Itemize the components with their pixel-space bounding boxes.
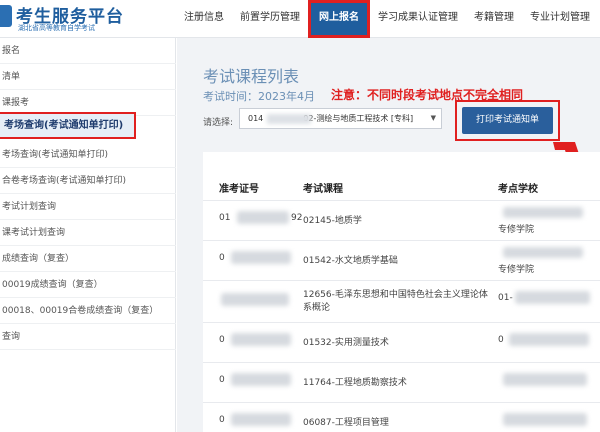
school-name: 01-: [498, 293, 513, 303]
ticket-suffix: 92: [291, 213, 303, 223]
sidebar-item-combined-exam-room-query[interactable]: 合卷考场查询(考试通知单打印): [0, 168, 176, 194]
school-name: 0: [498, 335, 504, 345]
table-row: 0 11764-工程地质勘察技术: [203, 362, 600, 402]
nav-major-plan[interactable]: 专业计划管理: [522, 0, 598, 38]
chevron-down-icon: ▼: [430, 114, 436, 122]
main-content: 考试课程列表 考试时间：2023年4月 注意：不同时段考试地点不完全相同 请选择…: [177, 38, 600, 432]
course-table: 准考证号 考试课程 考点学校 01 92 02145-地质学 专修学院 0 01…: [203, 152, 600, 432]
sidebar-item-exam-room-query-active[interactable]: 考场查询(考试通知单打印): [0, 112, 136, 139]
redacted-block: [509, 333, 589, 346]
redacted-block: [503, 207, 583, 218]
redacted-block: [231, 373, 291, 386]
nav-registration-info[interactable]: 注册信息: [176, 0, 232, 38]
course-name: 06087-工程项目管理: [303, 418, 389, 428]
page-title: 考试课程列表: [203, 67, 300, 86]
redacted-block: [503, 373, 587, 386]
redacted-block: [237, 211, 289, 224]
column-header-course: 考试课程: [303, 184, 343, 195]
course-name: 11764-工程地质勘察技术: [303, 378, 407, 388]
column-header-ticket: 准考证号: [219, 184, 259, 195]
sidebar-item-exam-plan-query[interactable]: 考试计划查询: [0, 194, 176, 220]
redacted-block: [503, 247, 583, 258]
nav-student-records[interactable]: 考籍管理: [466, 0, 522, 38]
sidebar-item-course-exam-plan-query[interactable]: 课考试计划查询: [0, 220, 176, 246]
select-label: 请选择:: [203, 118, 234, 128]
redacted-block: [231, 251, 291, 264]
nav-prior-education[interactable]: 前置学历管理: [232, 0, 308, 38]
print-notice-button[interactable]: 打印考试通知单: [462, 107, 553, 134]
major-select[interactable]: 014 02-测绘与地质工程技术 [专科] ▼: [239, 108, 442, 129]
logo-mark-icon: [0, 5, 12, 27]
sidebar-item-query[interactable]: 查询: [0, 324, 176, 350]
sidebar-item-signup[interactable]: 报名: [0, 38, 176, 64]
ticket-prefix: 0: [219, 375, 225, 385]
top-header: 考生服务平台 湖北省高等教育自学考试 注册信息 前置学历管理 网上报名 学习成果…: [0, 0, 600, 38]
ticket-prefix: 0: [219, 415, 225, 425]
school-name: 专修学院: [498, 225, 535, 235]
nav-learning-credit[interactable]: 学习成果认证管理: [370, 0, 466, 38]
redacted-block: [515, 291, 590, 304]
redacted-block: [221, 293, 289, 306]
sidebar-item-exam-room-query[interactable]: 考场查询(考试通知单打印): [0, 142, 176, 168]
logo-subtitle: 湖北省高等教育自学考试: [18, 24, 95, 32]
sidebar-item-combined-score-query[interactable]: 00018、00019合卷成绩查询（复查）: [0, 298, 176, 324]
sidebar: 报名 清单 课报考 考场查询(考试通知单打印) 考场查询(考试通知单打印) 合卷…: [0, 38, 176, 432]
sidebar-item-00019-score-query[interactable]: 00019成绩查询（复查）: [0, 272, 176, 298]
table-row: 01 92 02145-地质学 专修学院: [203, 200, 600, 240]
ticket-prefix: 0: [219, 335, 225, 345]
redacted-block: [267, 114, 311, 124]
ticket-prefix: 01: [219, 213, 231, 223]
exam-time: 考试时间：2023年4月: [203, 90, 315, 103]
redacted-block: [231, 333, 291, 346]
redacted-block: [503, 413, 587, 426]
course-name: 12656-毛泽东思想和中国特色社会主义理论体系概论: [303, 290, 488, 313]
redacted-block: [231, 413, 291, 426]
course-name: 01542-水文地质学基础: [303, 256, 398, 266]
sidebar-item-score-query[interactable]: 成绩查询（复查）: [0, 246, 176, 272]
nav-online-signup[interactable]: 网上报名: [308, 0, 370, 38]
column-header-school: 考点学校: [498, 184, 538, 195]
platform-logo[interactable]: 考生服务平台 湖北省高等教育自学考试: [0, 0, 150, 38]
course-name: 02145-地质学: [303, 216, 362, 226]
print-button-highlight: 打印考试通知单: [455, 100, 560, 141]
ticket-prefix: 0: [219, 253, 225, 263]
course-name: 01532-实用测量技术: [303, 338, 389, 348]
school-name: 专修学院: [498, 265, 535, 275]
table-row: 0 06087-工程项目管理: [203, 402, 600, 432]
table-row: 0 01542-水文地质学基础 专修学院: [203, 240, 600, 280]
table-row: 0 01532-实用测量技术 0: [203, 322, 600, 362]
sidebar-item-list[interactable]: 清单: [0, 64, 176, 90]
table-row: 12656-毛泽东思想和中国特色社会主义理论体系概论 01-: [203, 280, 600, 322]
top-nav: 注册信息 前置学历管理 网上报名 学习成果认证管理 考籍管理 专业计划管理: [176, 0, 598, 38]
